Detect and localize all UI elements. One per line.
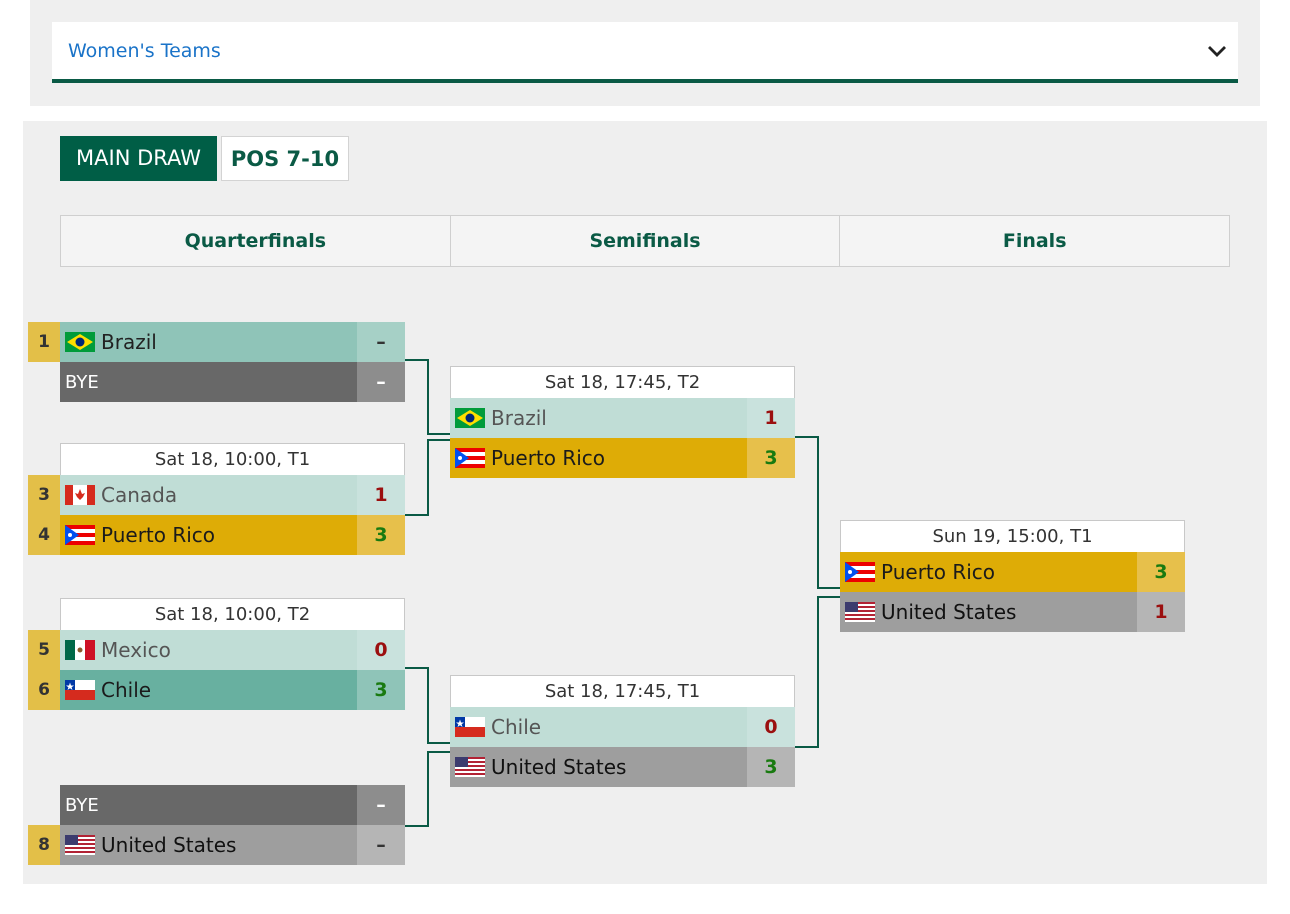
team-name: United States	[101, 833, 237, 857]
score: 3	[747, 747, 795, 787]
seed-badge: 8	[28, 825, 60, 865]
team-row-united-states[interactable]: United States	[60, 825, 357, 865]
seed-badge: 1	[28, 322, 60, 362]
chile-flag-icon	[455, 717, 485, 737]
team-name: Puerto Rico	[491, 446, 606, 470]
team-row-canada[interactable]: Canada	[60, 475, 357, 515]
team-name: Canada	[101, 483, 178, 507]
score: 1	[357, 475, 405, 515]
seed-badge: 4	[28, 515, 60, 555]
puerto-rico-flag-icon	[65, 525, 95, 545]
usa-flag-icon	[65, 835, 95, 855]
team-row-brazil[interactable]: Brazil	[450, 398, 747, 438]
match-header: Sat 18, 10:00, T2	[60, 598, 405, 630]
seed-badge: 3	[28, 475, 60, 515]
draw-panel: MAIN DRAW POS 7-10 Quarterfinals Semifin…	[23, 121, 1267, 884]
score: 1	[1137, 592, 1185, 632]
event-dropdown-label: Women's Teams	[68, 40, 221, 62]
seed-badge: 5	[28, 630, 60, 670]
chile-flag-icon	[65, 680, 95, 700]
team-row-united-states[interactable]: United States	[840, 592, 1137, 632]
team-row-bye: BYE	[60, 785, 357, 825]
canada-flag-icon	[65, 485, 95, 505]
score: –	[357, 322, 405, 362]
team-name: United States	[491, 755, 627, 779]
mexico-flag-icon	[65, 640, 95, 660]
score: –	[357, 362, 405, 402]
seed-badge: 6	[28, 670, 60, 710]
team-row-chile[interactable]: Chile	[60, 670, 357, 710]
score: –	[357, 825, 405, 865]
usa-flag-icon	[455, 757, 485, 777]
chevron-down-icon[interactable]	[1204, 38, 1230, 64]
score: 3	[357, 515, 405, 555]
puerto-rico-flag-icon	[845, 562, 875, 582]
team-name: Mexico	[101, 638, 171, 662]
score: 0	[357, 630, 405, 670]
brazil-flag-icon	[455, 408, 485, 428]
score: 3	[357, 670, 405, 710]
usa-flag-icon	[845, 602, 875, 622]
team-name: Puerto Rico	[881, 560, 996, 584]
team-row-mexico[interactable]: Mexico	[60, 630, 357, 670]
team-name: United States	[881, 600, 1017, 624]
score: 1	[747, 398, 795, 438]
team-name: Brazil	[491, 406, 547, 430]
event-dropdown[interactable]: Women's Teams	[52, 22, 1238, 83]
puerto-rico-flag-icon	[455, 448, 485, 468]
team-name: BYE	[65, 794, 99, 816]
team-row-brazil[interactable]: Brazil	[60, 322, 357, 362]
team-row-puerto-rico[interactable]: Puerto Rico	[450, 438, 747, 478]
event-selector-panel: Women's Teams	[30, 0, 1260, 106]
team-row-chile[interactable]: Chile	[450, 707, 747, 747]
team-name: Chile	[491, 715, 542, 739]
team-name: Brazil	[101, 330, 157, 354]
match-header: Sat 18, 17:45, T1	[450, 675, 795, 707]
brazil-flag-icon	[65, 332, 95, 352]
match-header: Sat 18, 10:00, T1	[60, 443, 405, 475]
team-name: Puerto Rico	[101, 523, 216, 547]
team-name: BYE	[65, 371, 99, 393]
score: 0	[747, 707, 795, 747]
score: 3	[1137, 552, 1185, 592]
score: 3	[747, 438, 795, 478]
match-header: Sun 19, 15:00, T1	[840, 520, 1185, 552]
match-header: Sat 18, 17:45, T2	[450, 366, 795, 398]
team-row-puerto-rico[interactable]: Puerto Rico	[60, 515, 357, 555]
team-row-puerto-rico[interactable]: Puerto Rico	[840, 552, 1137, 592]
team-row-bye: BYE	[60, 362, 357, 402]
score: –	[357, 785, 405, 825]
team-row-united-states[interactable]: United States	[450, 747, 747, 787]
team-name: Chile	[101, 678, 152, 702]
